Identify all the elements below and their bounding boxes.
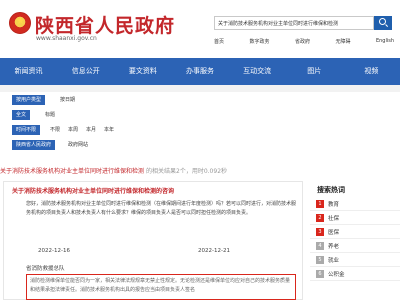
filter-option-any[interactable]: 不限 — [50, 126, 60, 133]
hot-words-list: 1 教育 2 社保 3 医保 4 养老 5 就业 6 公积金 — [310, 197, 400, 281]
filter-tag-time[interactable]: 时间不限 — [12, 125, 41, 135]
sidebar-title: 搜索热词 — [317, 186, 345, 194]
nav-item-news[interactable]: 新闻资讯 — [0, 58, 57, 85]
hot-words-sidebar: 搜索热词 1 教育 2 社保 3 医保 4 养老 5 就业 6 公积金 — [310, 181, 400, 300]
site-domain: www.shaanxi.gov.cn — [36, 35, 97, 42]
top-link-digital[interactable]: 数字政务 — [249, 38, 269, 48]
answer-date: 2022-12-21 — [198, 248, 230, 254]
national-emblem-icon — [9, 12, 31, 34]
filter-row-scope: 全文 标题 — [0, 107, 400, 122]
search-icon — [379, 18, 386, 25]
nav-item-video[interactable]: 视频 — [343, 58, 400, 85]
rank-badge: 5 — [316, 256, 324, 264]
rank-badge: 4 — [316, 242, 324, 250]
filter-option-year[interactable]: 本年 — [104, 126, 114, 133]
result-query: 关于消防技术服务机构对业主单位同时进行维保和检测 — [0, 168, 145, 175]
nav-item-images[interactable]: 图片 — [286, 58, 343, 85]
filter-option-date[interactable]: 按日期 — [60, 96, 75, 103]
list-item[interactable]: 6 公积金 — [310, 267, 400, 281]
main-nav: 新闻资讯 信息公开 要文资料 办事服务 互动交流 图片 视频 — [0, 58, 400, 85]
list-item[interactable]: 3 医保 — [310, 225, 400, 239]
search-filters: 按用户类型 按日期 全文 标题 时间不限 不限 本周 本月 本年 陕西省人民政府… — [0, 92, 400, 152]
hot-word[interactable]: 医保 — [328, 228, 339, 236]
search-button[interactable] — [374, 16, 392, 30]
filter-row-sort: 按用户类型 按日期 — [0, 92, 400, 107]
top-links: 首页 数字政务 省政府 无障碍 English — [214, 38, 394, 48]
top-link-accessibility[interactable]: 无障碍 — [335, 38, 350, 48]
filter-tag-site[interactable]: 陕西省人民政府 — [12, 140, 56, 150]
result-source: 省消防救援总队 — [26, 266, 65, 272]
result-answer: 消防检测维保单位能否同为一家，相关法律法规规章无禁止性规定。无论检测还是维保单位… — [26, 274, 296, 300]
nav-item-interaction[interactable]: 互动交流 — [229, 58, 286, 85]
filter-tag-fulltext[interactable]: 全文 — [12, 110, 31, 120]
top-link-home[interactable]: 首页 — [214, 38, 224, 48]
filter-option-title[interactable]: 标题 — [45, 111, 55, 118]
rank-badge: 6 — [316, 270, 324, 278]
filter-tag-sort[interactable]: 按用户类型 — [12, 95, 46, 105]
result-card: 关于消防技术服务机构对业主单位同时进行维保和检测的咨询 您好，消防技术服务机构对… — [3, 181, 303, 300]
list-item[interactable]: 5 就业 — [310, 253, 400, 267]
hot-word[interactable]: 养老 — [328, 242, 339, 250]
filter-row-site: 陕西省人民政府 政府网站 — [0, 137, 400, 152]
breadcrumb-bar — [0, 85, 400, 92]
question-date: 2022-12-16 — [38, 248, 70, 254]
result-stat: 的相关结果2个，用时0.092秒 — [146, 168, 228, 175]
list-item[interactable]: 1 教育 — [310, 197, 400, 211]
hot-word[interactable]: 社保 — [328, 214, 339, 222]
filter-option-gov-sites[interactable]: 政府网站 — [68, 141, 88, 148]
result-title[interactable]: 关于消防技术服务机构对业主单位同时进行维保和检测的咨询 — [12, 186, 174, 195]
result-question: 您好，消防技术服务机构对业主单位同时进行维保和检测（在维保期间进行年度检测）吗？… — [26, 201, 297, 216]
list-item[interactable]: 4 养老 — [310, 239, 400, 253]
rank-badge: 1 — [316, 200, 324, 208]
list-item[interactable]: 2 社保 — [310, 211, 400, 225]
nav-item-disclosure[interactable]: 信息公开 — [57, 58, 114, 85]
hot-word[interactable]: 教育 — [328, 200, 339, 208]
nav-item-services[interactable]: 办事服务 — [171, 58, 228, 85]
result-summary: 关于消防技术服务机构对业主单位同时进行维保和检测 的相关结果2个，用时0.092秒 — [0, 166, 400, 175]
rank-badge: 3 — [316, 228, 324, 236]
rank-badge: 2 — [316, 214, 324, 222]
nav-item-documents[interactable]: 要文资料 — [114, 58, 171, 85]
filter-row-time: 时间不限 不限 本周 本月 本年 — [0, 122, 400, 137]
filter-option-month[interactable]: 本月 — [86, 126, 96, 133]
filter-option-week[interactable]: 本周 — [68, 126, 78, 133]
top-link-province[interactable]: 省政府 — [295, 38, 310, 48]
hot-word[interactable]: 就业 — [328, 256, 339, 264]
top-link-english[interactable]: English — [376, 38, 394, 48]
site-title[interactable]: 陕西省人民政府 — [35, 11, 175, 38]
site-header: 陕西省人民政府 www.shaanxi.gov.cn 关于消防技术服务机构对业主… — [0, 0, 400, 58]
search-input[interactable]: 关于消防技术服务机构对业主单位同时进行维保和检测 — [214, 16, 374, 30]
hot-word[interactable]: 公积金 — [328, 270, 345, 278]
